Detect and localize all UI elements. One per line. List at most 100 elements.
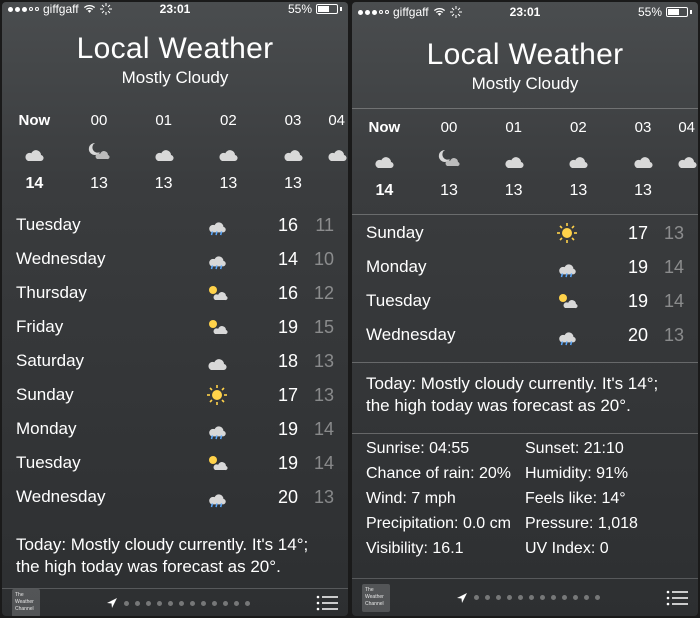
page-dot[interactable] bbox=[551, 595, 556, 600]
page-dot[interactable] bbox=[485, 595, 490, 600]
hour-temp: 13 bbox=[440, 182, 458, 200]
battery-icon bbox=[666, 7, 692, 17]
sunny-icon bbox=[554, 222, 604, 244]
detail-item: Chance of rain: 20% bbox=[366, 465, 525, 483]
page-dot[interactable] bbox=[245, 601, 250, 606]
hour-column: 0213 bbox=[546, 119, 611, 200]
rain-icon bbox=[204, 214, 254, 236]
hour-label: 03 bbox=[635, 119, 652, 136]
day-high: 17 bbox=[254, 385, 298, 406]
day-name: Monday bbox=[16, 419, 204, 439]
detail-item: Precipitation: 0.0 cm bbox=[366, 515, 525, 533]
day-row: Wednesday1410 bbox=[16, 242, 334, 276]
partly-cloudy-icon bbox=[204, 316, 254, 338]
page-dot[interactable] bbox=[234, 601, 239, 606]
carrier-label: giffgaff bbox=[43, 2, 79, 16]
hour-label: 04 bbox=[678, 119, 695, 136]
rain-icon bbox=[204, 486, 254, 508]
day-name: Monday bbox=[366, 257, 554, 277]
detail-item: Humidity: 91% bbox=[525, 465, 684, 483]
cloud-icon bbox=[501, 148, 527, 170]
hour-column: 04 bbox=[325, 112, 348, 193]
page-dot[interactable] bbox=[584, 595, 589, 600]
page-dot[interactable] bbox=[474, 595, 479, 600]
detail-item: Sunrise: 04:55 bbox=[366, 440, 525, 458]
hour-label: 00 bbox=[91, 112, 108, 129]
list-icon[interactable] bbox=[316, 594, 338, 612]
hour-column: 0113 bbox=[131, 112, 196, 193]
daily-forecast[interactable]: Tuesday1611Wednesday1410Thursday1612Frid… bbox=[2, 207, 348, 518]
page-dot[interactable] bbox=[529, 595, 534, 600]
page-dot[interactable] bbox=[157, 601, 162, 606]
detail-item: Visibility: 16.1 bbox=[366, 540, 525, 558]
page-dot[interactable] bbox=[124, 601, 129, 606]
day-low: 14 bbox=[648, 257, 684, 278]
page-dot[interactable] bbox=[135, 601, 140, 606]
day-name: Tuesday bbox=[366, 291, 554, 311]
day-row: Sunday1713 bbox=[366, 216, 684, 250]
page-indicator[interactable] bbox=[40, 597, 316, 609]
condition-subtitle: Mostly Cloudy bbox=[352, 74, 698, 94]
day-row: Tuesday1914 bbox=[16, 446, 334, 480]
detail-item: UV Index: 0 bbox=[525, 540, 684, 558]
day-high: 19 bbox=[604, 291, 648, 312]
hour-label: 01 bbox=[505, 119, 522, 136]
day-low: 13 bbox=[648, 325, 684, 346]
cloud-icon bbox=[215, 141, 241, 163]
page-dot[interactable] bbox=[223, 601, 228, 606]
hourly-forecast[interactable]: Now14001301130213031304 bbox=[352, 109, 698, 208]
page-dot[interactable] bbox=[190, 601, 195, 606]
hour-label: 02 bbox=[570, 119, 587, 136]
day-row: Sunday1713 bbox=[16, 378, 334, 412]
day-row: Saturday1813 bbox=[16, 344, 334, 378]
page-dot[interactable] bbox=[507, 595, 512, 600]
day-name: Tuesday bbox=[16, 215, 204, 235]
page-dot[interactable] bbox=[573, 595, 578, 600]
page-dot[interactable] bbox=[168, 601, 173, 606]
day-low: 14 bbox=[298, 453, 334, 474]
detail-item: Sunset: 21:10 bbox=[525, 440, 684, 458]
hourly-forecast[interactable]: Now14001301130213031304 bbox=[2, 102, 348, 201]
sunny-icon bbox=[204, 384, 254, 406]
partly-cloudy-night-icon bbox=[436, 148, 462, 170]
day-row: Friday1915 bbox=[16, 310, 334, 344]
day-name: Wednesday bbox=[16, 249, 204, 269]
day-name: Wednesday bbox=[366, 325, 554, 345]
cloud-icon bbox=[565, 148, 591, 170]
page-dot[interactable] bbox=[496, 595, 501, 600]
status-bar: giffgaff 23:01 55% bbox=[352, 2, 698, 22]
rain-icon bbox=[204, 418, 254, 440]
day-row: Wednesday2013 bbox=[366, 318, 684, 352]
day-low: 10 bbox=[298, 249, 334, 270]
daily-forecast[interactable]: Sunday1713Monday1914Tuesday1914Wednesday… bbox=[352, 215, 698, 356]
day-name: Saturday bbox=[16, 351, 204, 371]
day-low: 15 bbox=[298, 317, 334, 338]
day-name: Tuesday bbox=[16, 453, 204, 473]
page-dot[interactable] bbox=[201, 601, 206, 606]
cloud-icon bbox=[21, 141, 47, 163]
page-dot[interactable] bbox=[595, 595, 600, 600]
weather-channel-logo[interactable]: The Weather Channel bbox=[12, 589, 40, 616]
loading-icon bbox=[100, 3, 112, 15]
page-dot[interactable] bbox=[212, 601, 217, 606]
hour-column: 0313 bbox=[261, 112, 326, 193]
page-dot[interactable] bbox=[540, 595, 545, 600]
cloud-icon bbox=[151, 141, 177, 163]
page-dot[interactable] bbox=[562, 595, 567, 600]
hour-column: Now14 bbox=[352, 119, 417, 200]
day-low: 14 bbox=[648, 291, 684, 312]
page-indicator[interactable] bbox=[390, 592, 666, 604]
hour-temp: 13 bbox=[284, 175, 302, 193]
weather-channel-logo[interactable]: The Weather Channel bbox=[362, 584, 390, 612]
page-dot[interactable] bbox=[146, 601, 151, 606]
day-name: Thursday bbox=[16, 283, 204, 303]
hour-column: Now14 bbox=[2, 112, 67, 193]
page-dot[interactable] bbox=[179, 601, 184, 606]
location-arrow-icon bbox=[106, 597, 118, 609]
list-icon[interactable] bbox=[666, 589, 688, 607]
day-high: 16 bbox=[254, 215, 298, 236]
day-name: Friday bbox=[16, 317, 204, 337]
day-low: 12 bbox=[298, 283, 334, 304]
page-dot[interactable] bbox=[518, 595, 523, 600]
rain-icon bbox=[204, 248, 254, 270]
